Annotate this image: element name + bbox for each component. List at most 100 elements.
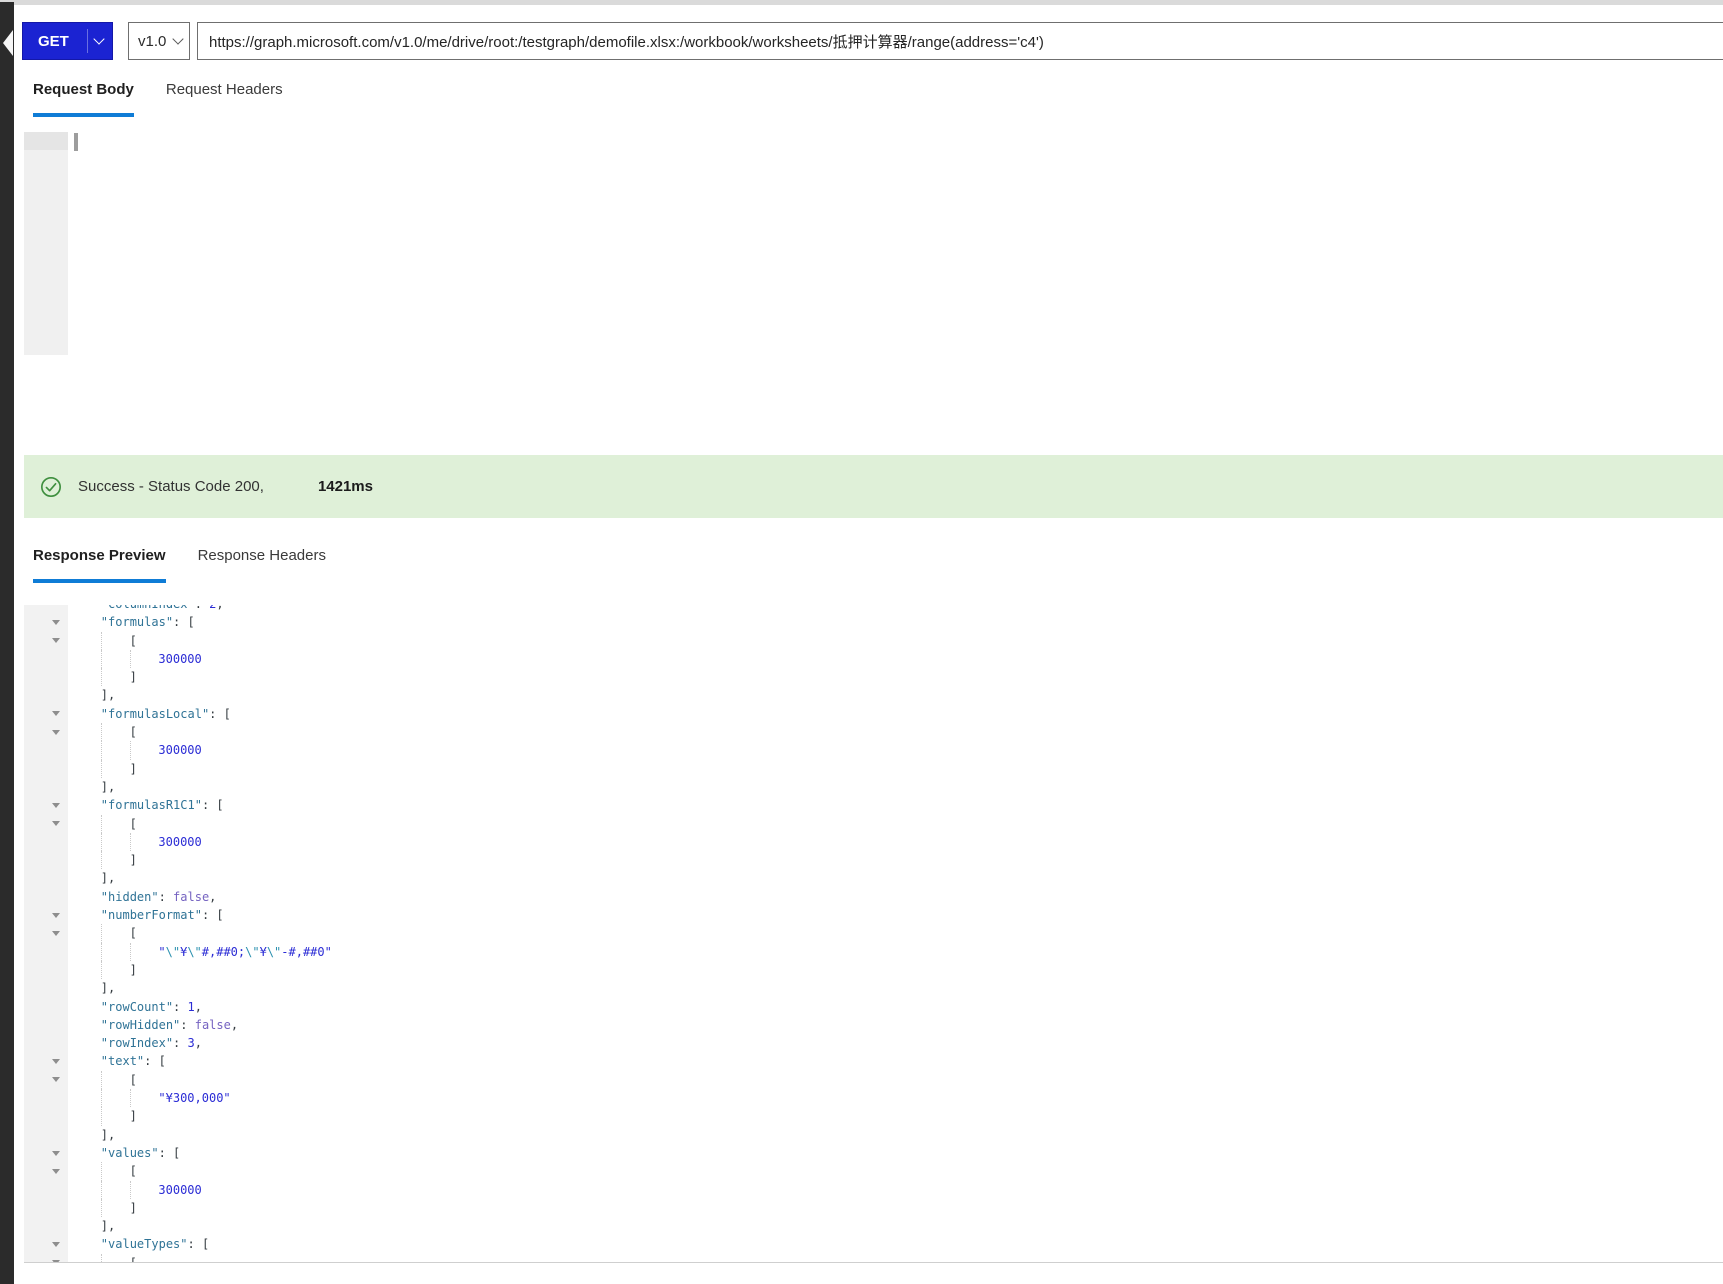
response-preview-editor[interactable]: "columnIndex": 2,"formulas": [[300000]],… <box>24 605 1723 1262</box>
code-text: [ <box>68 632 1723 650</box>
code-line: "formulas": [ <box>24 613 1723 631</box>
fold-collapse-icon[interactable] <box>52 1169 60 1174</box>
gutter-cell <box>24 760 68 778</box>
code-line: ] <box>24 1199 1723 1217</box>
fold-collapse-icon[interactable] <box>52 1077 60 1082</box>
code-line: "numberFormat": [ <box>24 906 1723 924</box>
code-text: "valueTypes": [ <box>68 1235 1723 1253</box>
code-text: "formulas": [ <box>68 613 1723 631</box>
gutter-cell <box>24 943 68 961</box>
gutter-cell <box>24 796 68 814</box>
code-line: "\"¥\"#,##0;\"¥\"-#,##0" <box>24 943 1723 961</box>
fold-collapse-icon[interactable] <box>52 821 60 826</box>
request-body-editor[interactable] <box>24 132 1723 355</box>
tab-request-headers[interactable]: Request Headers <box>166 80 283 117</box>
code-line: [ <box>24 1162 1723 1180</box>
gutter-cell <box>24 1162 68 1180</box>
code-line: ] <box>24 760 1723 778</box>
code-line: ] <box>24 668 1723 686</box>
code-line: "values": [ <box>24 1144 1723 1162</box>
code-line: "formulasLocal": [ <box>24 705 1723 723</box>
code-line: "rowHidden": false, <box>24 1016 1723 1034</box>
code-text: "¥300,000" <box>68 1089 1723 1107</box>
fold-collapse-icon[interactable] <box>52 913 60 918</box>
code-text: ] <box>68 1107 1723 1125</box>
code-line: ] <box>24 961 1723 979</box>
code-line: "columnIndex": 2, <box>24 605 1723 613</box>
chevron-down-icon <box>93 33 104 44</box>
fold-collapse-icon[interactable] <box>52 1242 60 1247</box>
fold-collapse-icon[interactable] <box>52 711 60 716</box>
response-code-lines: "columnIndex": 2,"formulas": [[300000]],… <box>24 605 1723 1262</box>
fold-collapse-icon[interactable] <box>52 1151 60 1156</box>
gutter-cell <box>24 906 68 924</box>
code-line: ] <box>24 1107 1723 1125</box>
fold-collapse-icon[interactable] <box>52 730 60 735</box>
code-text: "rowHidden": false, <box>68 1016 1723 1034</box>
code-text: "\"¥\"#,##0;\"¥\"-#,##0" <box>68 943 1723 961</box>
code-line: 300000 <box>24 650 1723 668</box>
chevron-left-icon <box>3 30 13 56</box>
gutter-cell <box>24 869 68 887</box>
tab-response-preview[interactable]: Response Preview <box>33 546 166 583</box>
gutter-cell <box>24 686 68 704</box>
code-line: ], <box>24 1217 1723 1235</box>
gutter-cell <box>24 1144 68 1162</box>
code-line: "formulasR1C1": [ <box>24 796 1723 814</box>
gutter-cell <box>24 605 68 613</box>
code-text: ] <box>68 851 1723 869</box>
code-text: 300000 <box>68 650 1723 668</box>
code-line: [ <box>24 1254 1723 1262</box>
code-line: "hidden": false, <box>24 888 1723 906</box>
code-text: ], <box>68 979 1723 997</box>
code-line: [ <box>24 924 1723 942</box>
http-method-select[interactable]: GET <box>22 22 113 60</box>
gutter-cell <box>24 1034 68 1052</box>
active-line-gutter-highlight <box>24 132 68 150</box>
code-text: "formulasLocal": [ <box>68 705 1723 723</box>
gutter-cell <box>24 1016 68 1034</box>
gutter-cell <box>24 741 68 759</box>
code-line: [ <box>24 723 1723 741</box>
status-message: Success - Status Code 200, <box>78 478 264 495</box>
gutter-cell <box>24 1217 68 1235</box>
fold-collapse-icon[interactable] <box>52 803 60 808</box>
code-text: [ <box>68 723 1723 741</box>
check-circle-icon <box>40 476 62 498</box>
code-line: ], <box>24 869 1723 887</box>
tab-response-headers[interactable]: Response Headers <box>198 546 326 583</box>
gutter-cell <box>24 1181 68 1199</box>
gutter-cell <box>24 851 68 869</box>
code-text: "rowIndex": 3, <box>68 1034 1723 1052</box>
code-line: 300000 <box>24 833 1723 851</box>
editor-bottom-divider <box>24 1262 1723 1263</box>
fold-collapse-icon[interactable] <box>52 931 60 936</box>
gutter-cell <box>24 668 68 686</box>
code-line: "rowCount": 1, <box>24 998 1723 1016</box>
code-text: [ <box>68 1071 1723 1089</box>
text-cursor <box>74 133 78 151</box>
gutter-cell <box>24 1089 68 1107</box>
code-text: "rowCount": 1, <box>68 998 1723 1016</box>
code-line: ], <box>24 979 1723 997</box>
gutter-cell <box>24 723 68 741</box>
code-text: ] <box>68 760 1723 778</box>
sidebar-collapse-rail[interactable] <box>0 2 14 1284</box>
gutter-cell <box>24 998 68 1016</box>
fold-collapse-icon[interactable] <box>52 620 60 625</box>
request-url-input[interactable] <box>197 22 1723 60</box>
code-line: "rowIndex": 3, <box>24 1034 1723 1052</box>
gutter-cell <box>24 1071 68 1089</box>
code-text: 300000 <box>68 741 1723 759</box>
fold-collapse-icon[interactable] <box>52 638 60 643</box>
code-text: [ <box>68 815 1723 833</box>
fold-collapse-icon[interactable] <box>52 1059 60 1064</box>
editor-gutter <box>24 132 68 355</box>
gutter-cell <box>24 1235 68 1253</box>
status-banner: Success - Status Code 200, 1421ms <box>24 455 1723 518</box>
code-text: ], <box>68 1126 1723 1144</box>
code-line: ], <box>24 686 1723 704</box>
tab-request-body[interactable]: Request Body <box>33 80 134 117</box>
api-version-select[interactable]: v1.0 <box>128 22 190 60</box>
code-text: [ <box>68 1162 1723 1180</box>
